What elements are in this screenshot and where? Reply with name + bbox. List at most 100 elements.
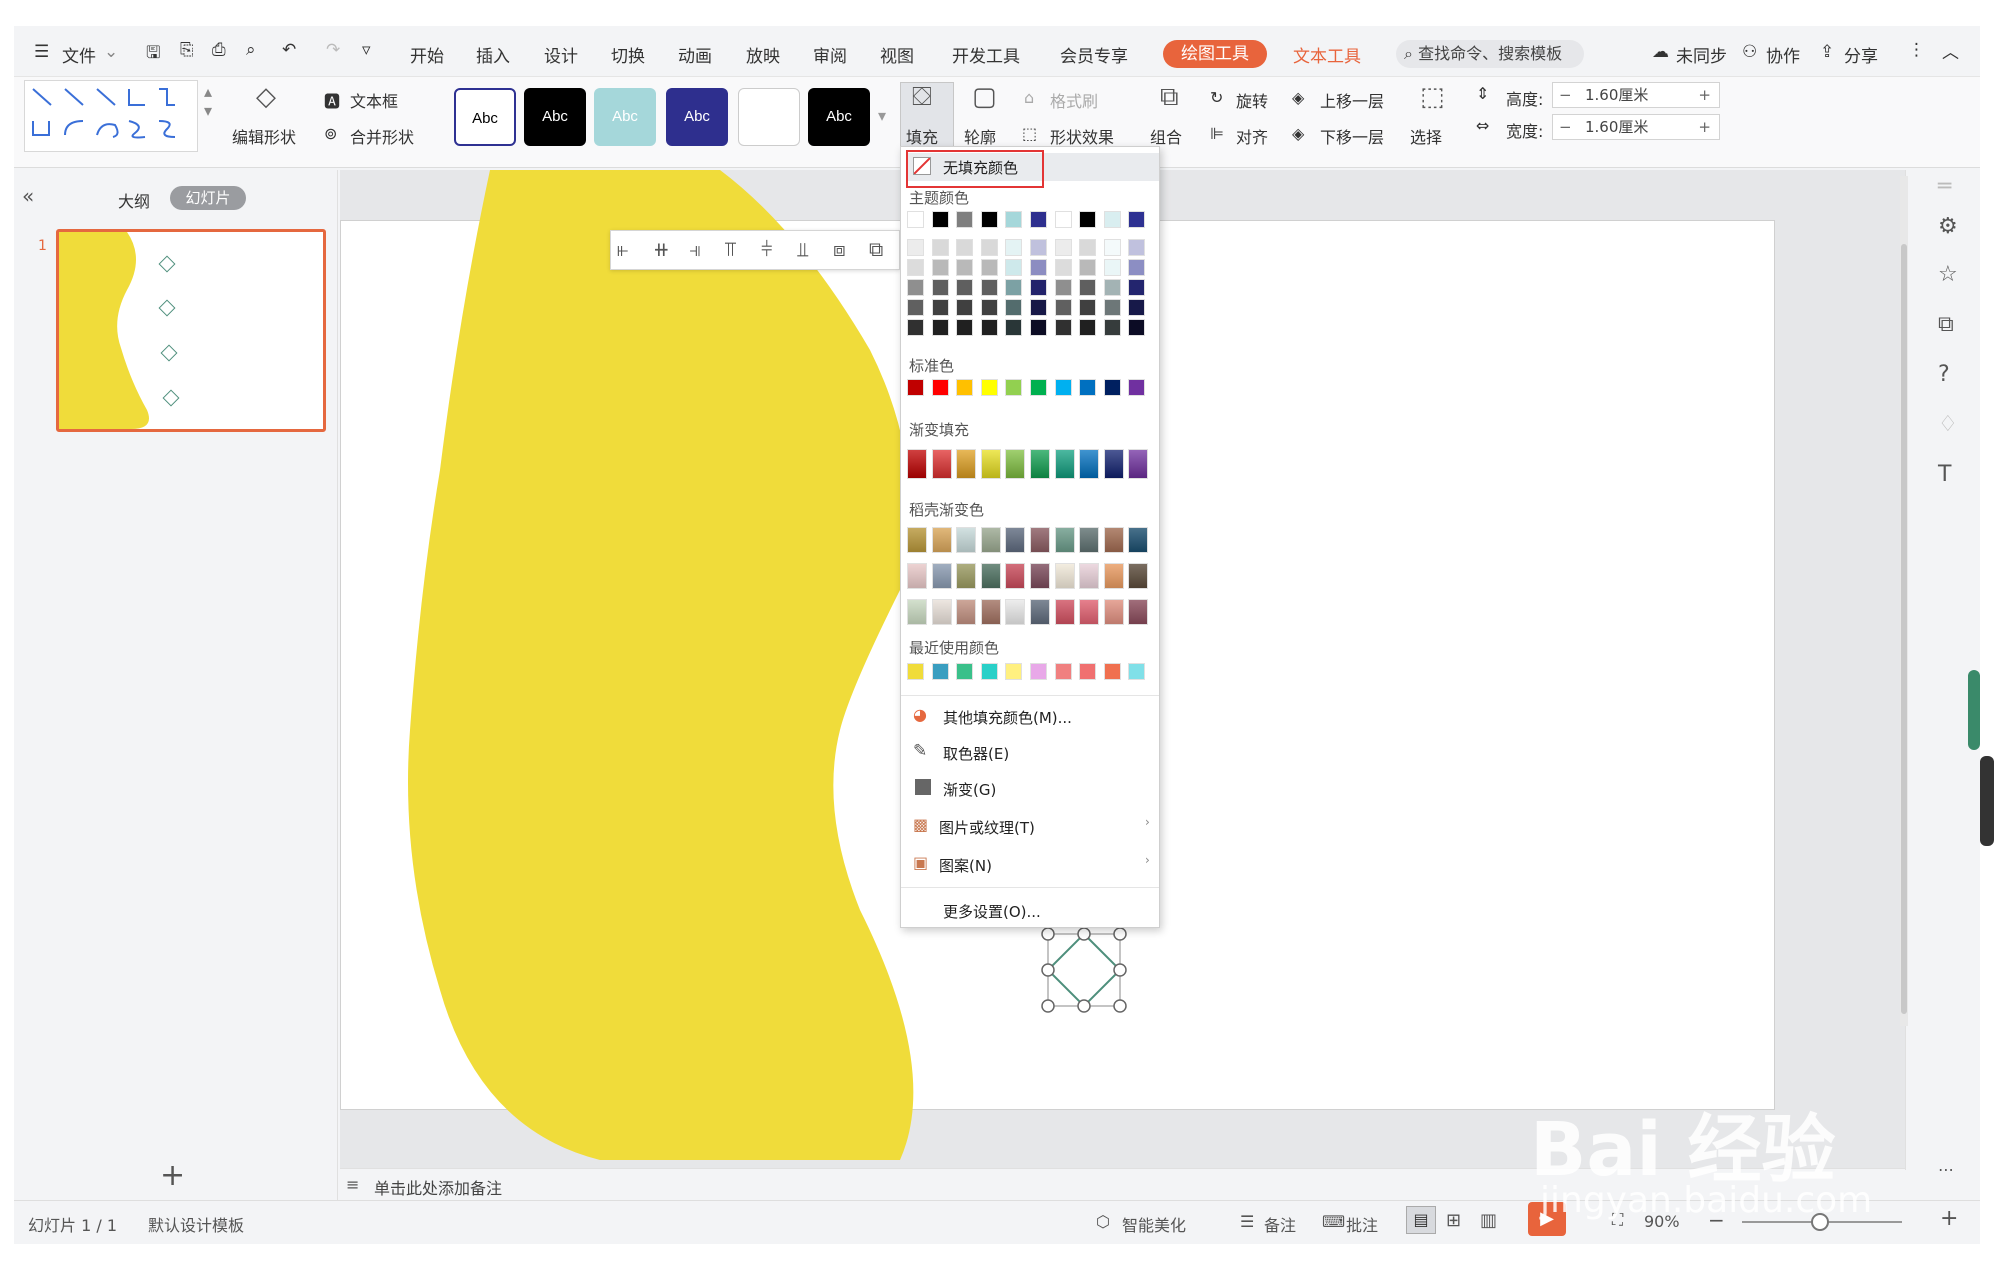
- theme-color-swatch[interactable]: [980, 211, 998, 228]
- standard-color-swatch[interactable]: [1103, 379, 1121, 396]
- theme-color-swatch[interactable]: [1079, 279, 1097, 296]
- pattern-option[interactable]: 图案(N): [939, 855, 992, 876]
- side-tab[interactable]: [1968, 670, 1980, 750]
- standard-color-swatch[interactable]: [1128, 379, 1146, 396]
- distribute-vertical-icon[interactable]: ⧉: [869, 237, 883, 261]
- theme-color-swatch[interactable]: [1103, 279, 1121, 296]
- style-sample-6[interactable]: Abc: [808, 88, 870, 146]
- gradient-fill-swatch[interactable]: [1005, 449, 1026, 479]
- theme-color-swatch[interactable]: [1103, 319, 1121, 336]
- theme-color-swatch[interactable]: [1005, 259, 1023, 276]
- theme-color-swatch[interactable]: [1128, 279, 1146, 296]
- minus-icon[interactable]: −: [1559, 115, 1572, 139]
- recent-color-swatch[interactable]: [1103, 663, 1121, 680]
- tab-member[interactable]: 会员专享: [1060, 42, 1128, 67]
- theme-color-swatch[interactable]: [931, 279, 949, 296]
- tab-outline[interactable]: 大纲: [118, 188, 150, 212]
- theme-color-swatch[interactable]: [1054, 319, 1072, 336]
- daoke-gradient-swatch[interactable]: [1030, 527, 1050, 553]
- template-name[interactable]: 默认设计模板: [148, 1212, 244, 1236]
- daoke-gradient-swatch[interactable]: [1054, 563, 1075, 589]
- zoom-in-icon[interactable]: +: [1940, 1206, 1958, 1231]
- undo-icon[interactable]: ↶: [282, 40, 296, 60]
- standard-color-swatch[interactable]: [956, 379, 974, 396]
- theme-color-swatch[interactable]: [1079, 239, 1097, 256]
- gradient-fill-swatch[interactable]: [1079, 449, 1100, 479]
- theme-color-swatch[interactable]: [1030, 259, 1047, 276]
- style-sample-4[interactable]: Abc: [666, 88, 728, 146]
- tab-transition[interactable]: 切换: [611, 42, 645, 67]
- theme-color-swatch[interactable]: [956, 211, 974, 228]
- align-center-icon[interactable]: ⧺: [653, 237, 670, 261]
- theme-color-swatch[interactable]: [980, 259, 998, 276]
- tab-animation[interactable]: 动画: [678, 42, 712, 67]
- theme-color-swatch[interactable]: [1128, 319, 1146, 336]
- align-bottom-icon[interactable]: ⫫: [797, 237, 808, 261]
- daoke-gradient-swatch[interactable]: [956, 527, 977, 553]
- textbox-button[interactable]: 文本框: [350, 88, 398, 112]
- theme-color-swatch[interactable]: [956, 259, 974, 276]
- format-painter-button[interactable]: 格式刷: [1050, 88, 1098, 112]
- daoke-gradient-swatch[interactable]: [956, 599, 977, 625]
- theme-color-swatch[interactable]: [1005, 239, 1023, 256]
- tab-design[interactable]: 设计: [544, 42, 578, 67]
- theme-color-swatch[interactable]: [931, 239, 949, 256]
- properties-icon[interactable]: ⚙: [1938, 214, 1958, 239]
- theme-color-swatch[interactable]: [956, 319, 974, 336]
- slide-thumbnail[interactable]: [56, 229, 326, 432]
- normal-view-icon[interactable]: ▤: [1406, 1206, 1436, 1234]
- eyedropper-option[interactable]: 取色器(E): [943, 743, 1009, 764]
- daoke-gradient-swatch[interactable]: [931, 599, 952, 625]
- theme-color-swatch[interactable]: [1005, 279, 1023, 296]
- tab-developer[interactable]: 开发工具: [952, 42, 1020, 67]
- daoke-gradient-swatch[interactable]: [1079, 563, 1100, 589]
- theme-color-swatch[interactable]: [1030, 299, 1047, 316]
- recent-color-swatch[interactable]: [1054, 663, 1072, 680]
- theme-color-swatch[interactable]: [980, 279, 998, 296]
- daoke-gradient-swatch[interactable]: [907, 599, 927, 625]
- comments-button[interactable]: 批注: [1346, 1212, 1378, 1236]
- theme-color-swatch[interactable]: [907, 319, 924, 336]
- theme-color-swatch[interactable]: [1128, 299, 1146, 316]
- select-button[interactable]: 选择: [1410, 124, 1442, 148]
- daoke-gradient-swatch[interactable]: [907, 527, 927, 553]
- theme-color-swatch[interactable]: [1054, 259, 1072, 276]
- style-sample-2[interactable]: Abc: [524, 88, 586, 146]
- recent-color-swatch[interactable]: [1005, 663, 1023, 680]
- theme-color-swatch[interactable]: [1030, 279, 1047, 296]
- plus-icon[interactable]: +: [1698, 83, 1711, 107]
- theme-color-swatch[interactable]: [907, 299, 924, 316]
- gradient-fill-swatch[interactable]: [1054, 449, 1075, 479]
- shape-gallery[interactable]: [24, 80, 198, 152]
- align-top-icon[interactable]: ⫪: [725, 237, 736, 261]
- recent-color-swatch[interactable]: [1030, 663, 1047, 680]
- daoke-gradient-swatch[interactable]: [956, 563, 977, 589]
- more-fill-colors-option[interactable]: 其他填充颜色(M)...: [943, 707, 1072, 728]
- theme-color-swatch[interactable]: [980, 319, 998, 336]
- gradient-fill-swatch[interactable]: [931, 449, 952, 479]
- theme-color-swatch[interactable]: [980, 299, 998, 316]
- standard-color-swatch[interactable]: [1079, 379, 1097, 396]
- height-value[interactable]: 1.60厘米: [1585, 83, 1648, 107]
- theme-color-swatch[interactable]: [907, 211, 924, 228]
- theme-color-swatch[interactable]: [931, 319, 949, 336]
- standard-color-swatch[interactable]: [1054, 379, 1072, 396]
- group-button[interactable]: 组合: [1150, 124, 1182, 148]
- tab-review[interactable]: 审阅: [813, 42, 847, 67]
- daoke-gradient-swatch[interactable]: [1103, 599, 1124, 625]
- rotate-button[interactable]: 旋转: [1236, 88, 1268, 112]
- tab-slides[interactable]: 幻灯片: [170, 186, 246, 210]
- standard-color-swatch[interactable]: [1030, 379, 1047, 396]
- gallery-scroll-icon[interactable]: ▴ ▾: [204, 82, 212, 120]
- chevron-down-icon[interactable]: ⌄: [104, 42, 118, 62]
- gradient-fill-swatch[interactable]: [1128, 449, 1149, 479]
- add-slide-icon[interactable]: +: [160, 1158, 185, 1193]
- recent-color-swatch[interactable]: [931, 663, 949, 680]
- fill-button[interactable]: 填充: [906, 124, 938, 148]
- notes-toggle-button[interactable]: 备注: [1264, 1212, 1296, 1236]
- theme-color-swatch[interactable]: [1128, 239, 1146, 256]
- picture-texture-option[interactable]: 图片或纹理(T): [939, 817, 1035, 838]
- menu-icon[interactable]: ☰: [34, 42, 49, 62]
- minus-icon[interactable]: −: [1559, 83, 1572, 107]
- daoke-gradient-swatch[interactable]: [980, 527, 1001, 553]
